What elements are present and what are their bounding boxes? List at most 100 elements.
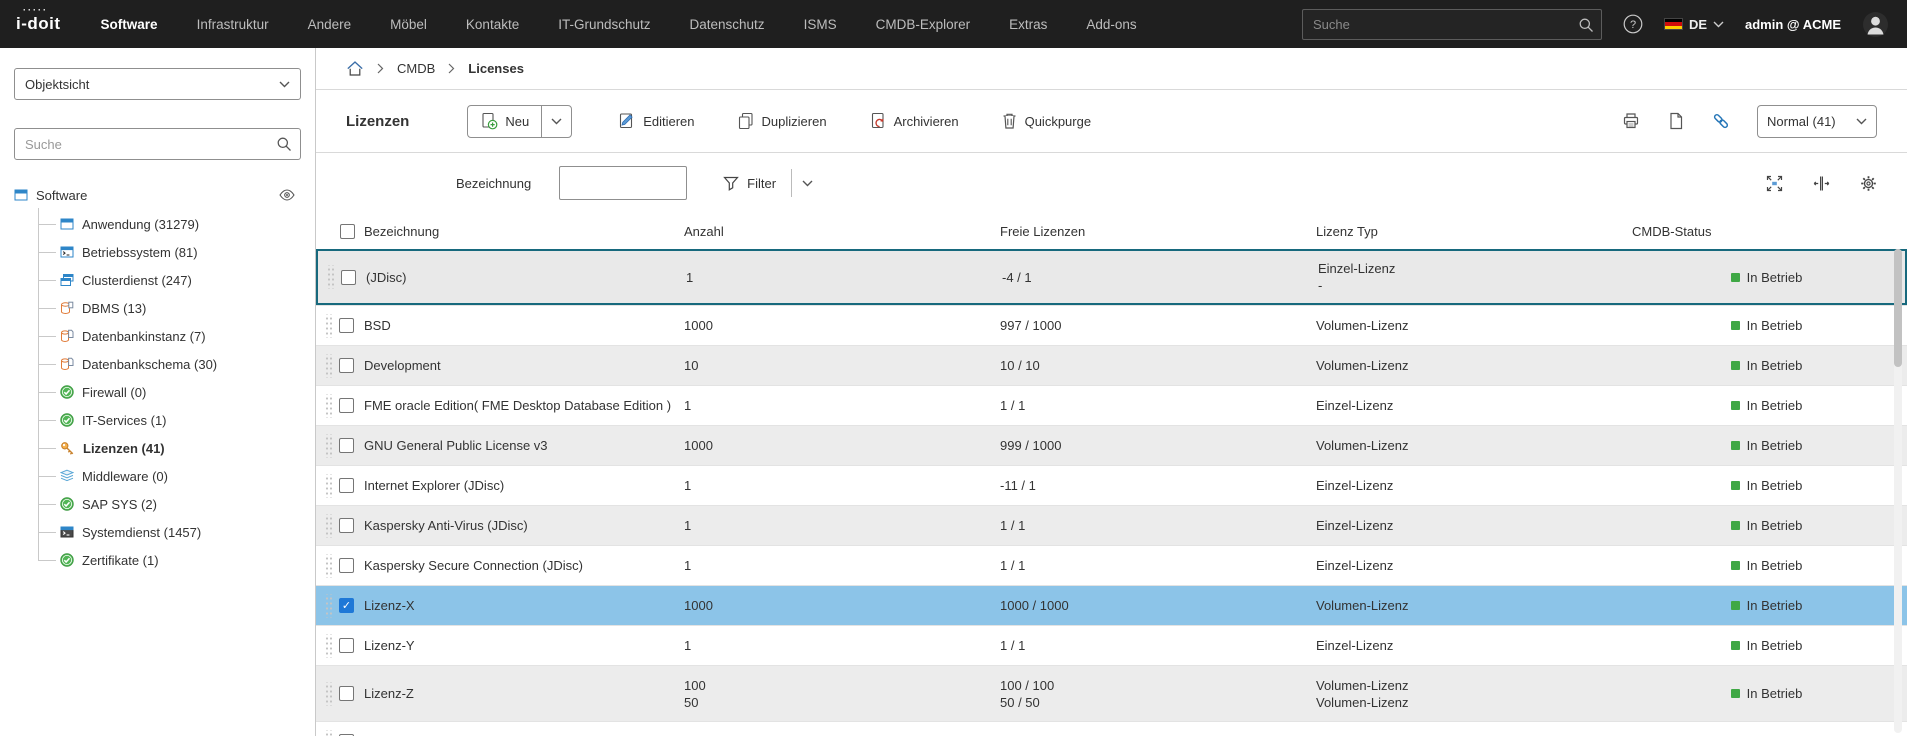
row-checkbox[interactable]: [339, 318, 354, 333]
table-row-lizenz-y[interactable]: Lizenz-Y11 / 1Einzel-LizenzIn Betrieb: [316, 625, 1907, 665]
table-row-lizenz-z[interactable]: Lizenz-Z10050100 / 10050 / 50Volumen-Liz…: [316, 665, 1907, 721]
tree-item-anwendung-31279[interactable]: Anwendung (31279): [38, 210, 301, 238]
status-ok-icon: [1731, 481, 1740, 490]
drag-handle-icon[interactable]: [324, 594, 334, 618]
column-header-lizenz-typ[interactable]: Lizenz Typ: [1314, 224, 1630, 239]
global-search-input[interactable]: [1302, 9, 1602, 40]
menu-item-extras[interactable]: Extras: [1009, 17, 1047, 32]
drag-handle-icon[interactable]: [324, 354, 334, 378]
menu-item-kontakte[interactable]: Kontakte: [466, 17, 519, 32]
tree-item-sap-sys-2[interactable]: SAP SYS (2): [38, 490, 301, 518]
print-button[interactable]: [1622, 112, 1640, 130]
table-row-development[interactable]: Development1010 / 10Volumen-LizenzIn Bet…: [316, 345, 1907, 385]
language-selector[interactable]: DE: [1664, 17, 1724, 32]
scrollbar-thumb[interactable]: [1894, 249, 1902, 367]
edit-button[interactable]: Editieren: [618, 112, 694, 130]
row-checkbox[interactable]: [339, 478, 354, 493]
menu-item-andere[interactable]: Andere: [308, 17, 352, 32]
menu-item-it-grundschutz[interactable]: IT-Grundschutz: [558, 17, 650, 32]
sidebar-search-input[interactable]: [14, 128, 301, 160]
quickpurge-button[interactable]: Quickpurge: [1001, 112, 1091, 130]
select-all-checkbox[interactable]: [340, 224, 355, 239]
gear-icon[interactable]: [1860, 175, 1877, 192]
table-row-fme-oracle-edition-fme-desktop-database-edition[interactable]: FME oracle Edition( FME Desktop Database…: [316, 385, 1907, 425]
list-view-select[interactable]: Normal (41): [1757, 105, 1877, 138]
archive-button-label: Archivieren: [894, 114, 959, 129]
tree-item-datenbankinstanz-7[interactable]: Datenbankinstanz (7): [38, 322, 301, 350]
archive-button[interactable]: Archivieren: [869, 112, 959, 130]
row-checkbox[interactable]: [339, 518, 354, 533]
user-avatar[interactable]: [1862, 11, 1889, 38]
column-header-bezeichnung[interactable]: Bezeichnung: [362, 224, 682, 239]
drag-handle-icon[interactable]: [324, 314, 334, 338]
drag-handle-icon[interactable]: [324, 434, 334, 458]
menu-item-isms[interactable]: ISMS: [804, 17, 837, 32]
tree-root-software[interactable]: Software: [14, 182, 301, 208]
new-button-main[interactable]: Neu: [468, 106, 541, 137]
drag-handle-icon[interactable]: [324, 634, 334, 658]
drag-handle-icon[interactable]: [326, 265, 336, 289]
menu-item-infrastruktur[interactable]: Infrastruktur: [197, 17, 269, 32]
drag-handle-icon[interactable]: [324, 554, 334, 578]
menu-item-m-bel[interactable]: Möbel: [390, 17, 427, 32]
drag-handle-icon[interactable]: [324, 682, 334, 706]
duplicate-button[interactable]: Duplizieren: [737, 112, 827, 130]
table-row-kaspersky-anti-virus-jdisc[interactable]: Kaspersky Anti-Virus (JDisc)11 / 1Einzel…: [316, 505, 1907, 545]
tree-item-it-services-1[interactable]: IT-Services (1): [38, 406, 301, 434]
column-resize-icon[interactable]: [1813, 175, 1830, 192]
column-header-cmdb-status[interactable]: CMDB-Status: [1630, 224, 1907, 239]
svg-text:?: ?: [1630, 19, 1636, 31]
tree-item-clusterdienst-247[interactable]: Clusterdienst (247): [38, 266, 301, 294]
menu-item-add-ons[interactable]: Add-ons: [1086, 17, 1136, 32]
filter-dropdown-button[interactable]: [802, 180, 813, 187]
tree-item-dbms-13[interactable]: DBMS (13): [38, 294, 301, 322]
row-checkbox[interactable]: [339, 558, 354, 573]
drag-handle-icon[interactable]: [324, 730, 334, 736]
tree-item-zertifikate-1[interactable]: Zertifikate (1): [38, 546, 301, 574]
filter-button[interactable]: Filter: [723, 176, 776, 191]
table-row-gnu-general-public-license-v3[interactable]: GNU General Public License v31000999 / 1…: [316, 425, 1907, 465]
new-button-dropdown[interactable]: [541, 106, 571, 137]
table-row-jdisc[interactable]: (JDisc)1-4 / 1Einzel-Lizenz-In Betrieb: [316, 249, 1907, 305]
link-button[interactable]: [1712, 112, 1730, 130]
home-icon[interactable]: [346, 60, 364, 77]
menu-item-datenschutz[interactable]: Datenschutz: [690, 17, 765, 32]
drag-handle-icon[interactable]: [324, 394, 334, 418]
table-row-microsoft-365-apps-for-business-jdisc[interactable]: Microsoft 365 Apps for Business (JDisc)2…: [316, 721, 1907, 736]
drag-handle-icon[interactable]: [324, 474, 334, 498]
search-icon[interactable]: [276, 136, 292, 152]
row-checkbox[interactable]: [339, 686, 354, 701]
filter-input[interactable]: [559, 166, 687, 200]
tree-item-betriebssystem-81[interactable]: Betriebssystem (81): [38, 238, 301, 266]
menu-item-software[interactable]: Software: [101, 17, 158, 32]
drag-handle-icon[interactable]: [324, 514, 334, 538]
column-header-freie-lizenzen[interactable]: Freie Lizenzen: [998, 224, 1314, 239]
cell-freie-lizenzen: -11 / 1: [998, 477, 1314, 494]
table-row-kaspersky-secure-connection-jdisc[interactable]: Kaspersky Secure Connection (JDisc)11 / …: [316, 545, 1907, 585]
vertical-scrollbar[interactable]: [1894, 249, 1902, 733]
export-button[interactable]: [1667, 112, 1685, 130]
tree-item-lizenzen-41[interactable]: Lizenzen (41): [38, 434, 301, 462]
breadcrumb-licenses[interactable]: Licenses: [468, 61, 524, 76]
tree-item-firewall-0[interactable]: Firewall (0): [38, 378, 301, 406]
row-checkbox[interactable]: ✓: [339, 598, 354, 613]
search-icon[interactable]: [1578, 17, 1594, 33]
row-checkbox[interactable]: [339, 438, 354, 453]
breadcrumb-cmdb[interactable]: CMDB: [397, 61, 435, 76]
object-view-select[interactable]: Objektsicht: [14, 68, 301, 100]
table-row-lizenz-x[interactable]: ✓Lizenz-X10001000 / 1000Volumen-LizenzIn…: [316, 585, 1907, 625]
table-row-internet-explorer-jdisc[interactable]: Internet Explorer (JDisc)1-11 / 1Einzel-…: [316, 465, 1907, 505]
row-checkbox[interactable]: [341, 270, 356, 285]
tree-item-systemdienst-1457[interactable]: Systemdienst (1457): [38, 518, 301, 546]
row-checkbox[interactable]: [339, 638, 354, 653]
row-checkbox[interactable]: [339, 398, 354, 413]
table-row-bsd[interactable]: BSD1000997 / 1000Volumen-LizenzIn Betrie…: [316, 305, 1907, 345]
eye-icon[interactable]: [279, 189, 295, 201]
row-checkbox[interactable]: [339, 358, 354, 373]
menu-item-cmdb-explorer[interactable]: CMDB-Explorer: [876, 17, 971, 32]
tree-item-datenbankschema-30[interactable]: Datenbankschema (30): [38, 350, 301, 378]
column-header-anzahl[interactable]: Anzahl: [682, 224, 998, 239]
fullscreen-icon[interactable]: [1766, 175, 1783, 192]
help-icon[interactable]: ?: [1623, 14, 1643, 34]
tree-item-middleware-0[interactable]: Middleware (0): [38, 462, 301, 490]
